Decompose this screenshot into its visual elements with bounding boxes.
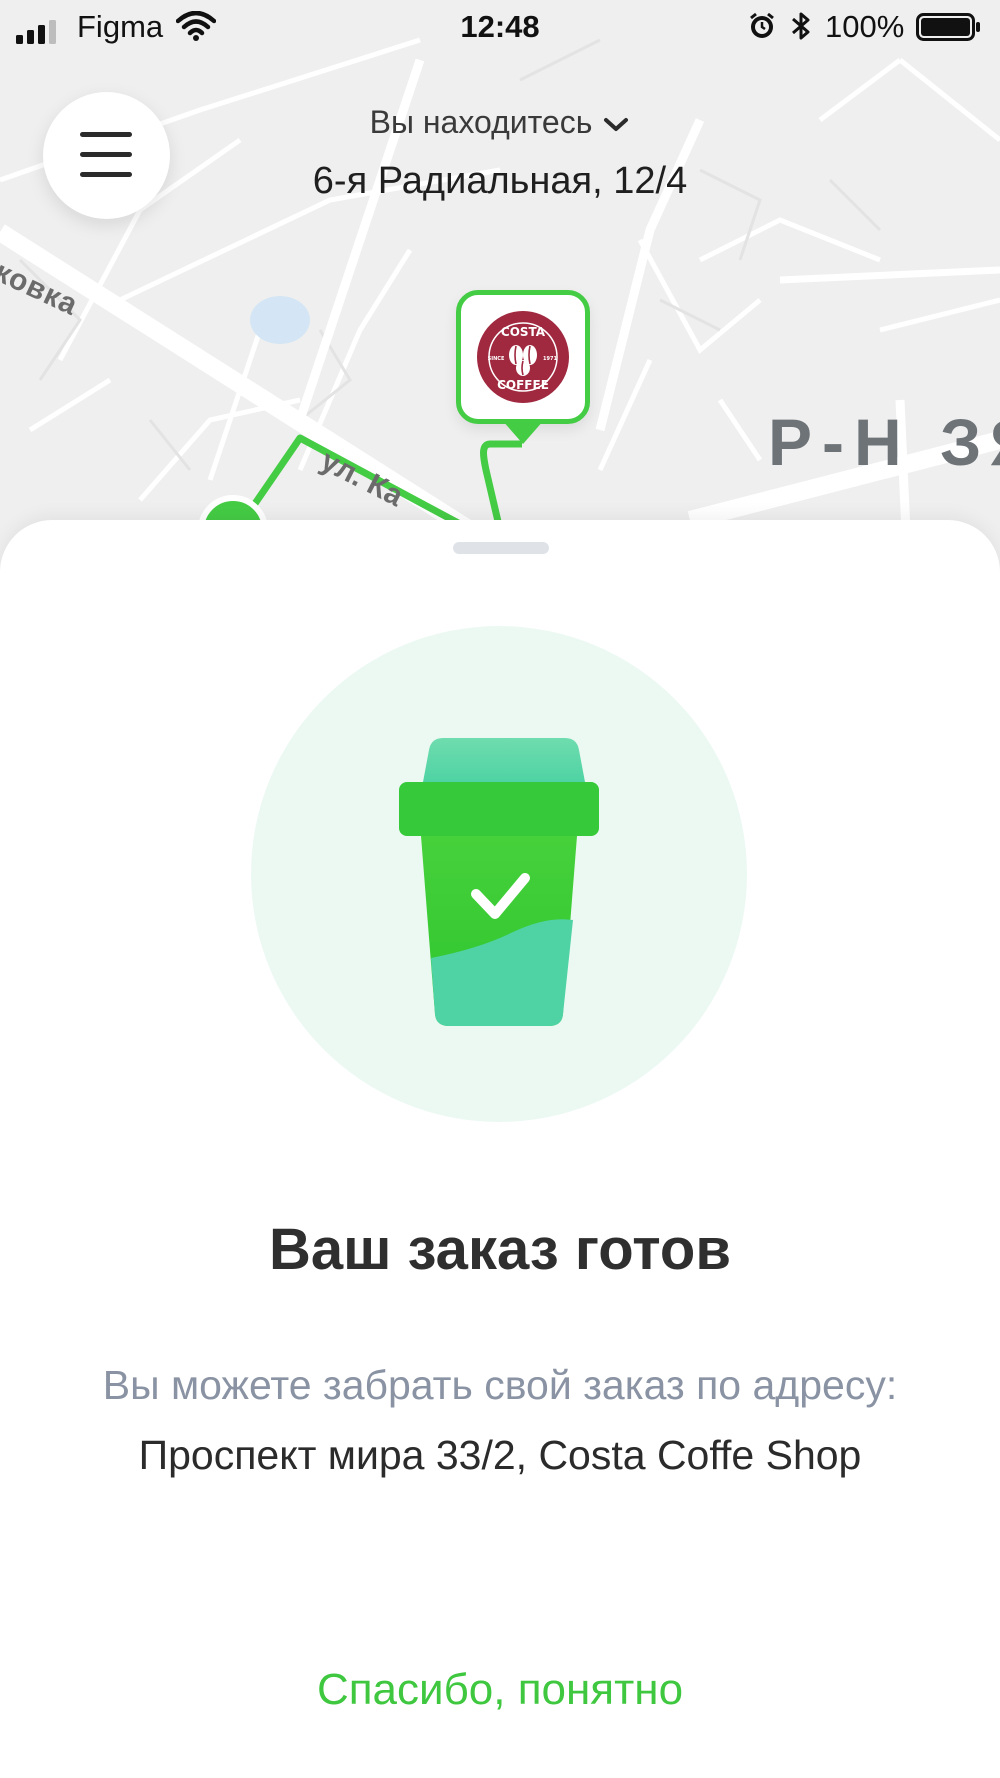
map-district-label: Р-Н ЗЯ bbox=[768, 405, 1000, 479]
battery-icon bbox=[916, 13, 982, 49]
location-selector[interactable]: Вы находитесь bbox=[0, 104, 1000, 141]
since-year: 1971 bbox=[543, 356, 557, 362]
chevron-down-icon bbox=[604, 117, 629, 131]
pickup-message: Вы можете забрать свой заказ по адресу: … bbox=[100, 1350, 900, 1490]
location-caption-label: Вы находитесь bbox=[369, 104, 593, 140]
order-ready-sheet: Ваш заказ готов Вы можете забрать свой з… bbox=[0, 520, 1000, 1778]
brand-line-2: COFFEE bbox=[497, 378, 549, 392]
costa-coffee-logo: COSTA COFFEE SINCE 1971 bbox=[477, 311, 569, 403]
store-map-pin[interactable]: COSTA COFFEE SINCE 1971 bbox=[456, 290, 590, 424]
since-label: SINCE bbox=[488, 356, 505, 362]
coffee-cup-check-icon bbox=[399, 738, 599, 1026]
battery-percentage: 100% bbox=[825, 9, 905, 44]
sheet-drag-handle[interactable] bbox=[453, 542, 549, 554]
brand-line-1: COSTA bbox=[501, 325, 546, 339]
status-bar: Figma 12:48 100% bbox=[0, 0, 1000, 54]
order-ready-title: Ваш заказ готов bbox=[269, 1217, 731, 1282]
alarm-icon bbox=[748, 12, 776, 48]
store-pin-pointer bbox=[502, 420, 544, 444]
order-ready-illustration bbox=[251, 626, 747, 1122]
pickup-address: Проспект мира 33/2, Costa Coffe Shop bbox=[138, 1432, 862, 1478]
acknowledge-button[interactable]: Спасибо, понятно bbox=[200, 1650, 800, 1730]
bluetooth-icon bbox=[790, 10, 812, 50]
pickup-message-prefix: Вы можете забрать свой заказ по адресу: bbox=[102, 1362, 898, 1408]
location-address: 6-я Радиальная, 12/4 bbox=[312, 160, 688, 202]
